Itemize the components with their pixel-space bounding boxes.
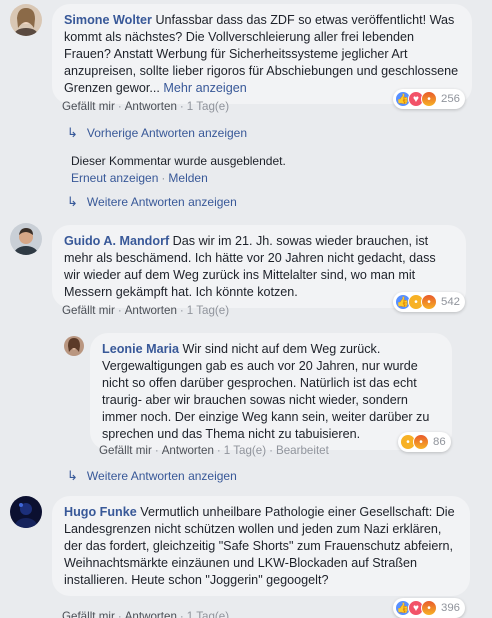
more-replies-link[interactable]: ↳ Weitere Antworten anzeigen (67, 194, 237, 210)
reaction-summary[interactable]: 👍 ♥ • 256 (393, 89, 466, 109)
reply-arrow-icon: ↳ (67, 194, 78, 209)
timestamp[interactable]: 1 Tag(e) (187, 610, 229, 618)
comment-author[interactable]: Simone Wolter (64, 13, 152, 27)
like-button[interactable]: Gefällt mir (62, 100, 115, 113)
reaction-count: 86 (433, 436, 446, 448)
reaction-count: 396 (441, 602, 461, 614)
report-link[interactable]: Melden (168, 171, 207, 185)
avatar[interactable] (10, 223, 42, 255)
previous-replies-link[interactable]: ↳ Vorherige Antworten anzeigen (67, 125, 247, 141)
reply-actions: Gefällt mir · Antworten · 1 Tag(e) · Bearbeite… (99, 444, 329, 457)
reply-button[interactable]: Antworten (125, 304, 177, 317)
comment-author[interactable]: Guido A. Mandorf (64, 234, 169, 248)
reply-bubble: Leonie Maria Wir sind nicht auf dem Weg … (90, 333, 452, 450)
comment-actions: Gefällt mir · Antworten · 1 Tag(e) (62, 610, 229, 618)
angry-icon: • (421, 294, 437, 310)
avatar[interactable] (10, 4, 42, 36)
timestamp[interactable]: 1 Tag(e) (224, 444, 266, 457)
reply-button[interactable]: Antworten (162, 444, 214, 457)
hidden-comment-notice: Dieser Kommentar wurde ausgeblendet. Ern… (71, 154, 286, 185)
avatar[interactable] (10, 496, 42, 528)
timestamp[interactable]: 1 Tag(e) (187, 100, 229, 113)
reaction-summary[interactable]: • • 86 (398, 432, 451, 452)
comment-bubble: Hugo Funke Vermutlich unheilbare Patholo… (52, 496, 470, 596)
edited-label[interactable]: Bearbeitet (276, 444, 329, 457)
reply-text: Wir sind nicht auf dem Weg zurück. Verge… (102, 342, 430, 441)
reaction-count: 256 (441, 93, 461, 105)
like-button[interactable]: Gefällt mir (99, 444, 152, 457)
comment-actions: Gefällt mir · Antworten · 1 Tag(e) (62, 304, 230, 317)
comment-feed: Simone Wolter Unfassbar dass das ZDF so … (0, 0, 492, 618)
avatar[interactable] (64, 336, 84, 356)
angry-icon: • (421, 91, 437, 107)
like-button[interactable]: Gefällt mir (62, 610, 115, 618)
reply-author[interactable]: Leonie Maria (102, 342, 179, 356)
reply-button[interactable]: Antworten (125, 610, 177, 618)
unhide-link[interactable]: Erneut anzeigen (71, 171, 158, 185)
reply-arrow-icon: ↳ (67, 468, 78, 483)
like-button[interactable]: Gefällt mir (62, 304, 115, 317)
angry-icon: • (413, 434, 429, 450)
reply-arrow-icon: ↳ (67, 125, 78, 140)
show-more-link[interactable]: Mehr anzeigen (163, 81, 246, 95)
comment-actions: Gefällt mir · Antworten · 1 Tag(e) (62, 100, 230, 113)
angry-icon: • (421, 600, 437, 616)
reaction-count: 542 (441, 296, 461, 308)
reaction-summary[interactable]: 👍 • • 542 (393, 292, 466, 312)
reaction-summary[interactable]: 👍 ♥ • 396 (393, 598, 466, 618)
timestamp[interactable]: 1 Tag(e) (187, 304, 229, 317)
more-replies-link[interactable]: ↳ Weitere Antworten anzeigen (67, 468, 237, 484)
hidden-comment-text: Dieser Kommentar wurde ausgeblendet. (71, 154, 286, 168)
reply-button[interactable]: Antworten (125, 100, 177, 113)
comment-author[interactable]: Hugo Funke (64, 505, 137, 519)
